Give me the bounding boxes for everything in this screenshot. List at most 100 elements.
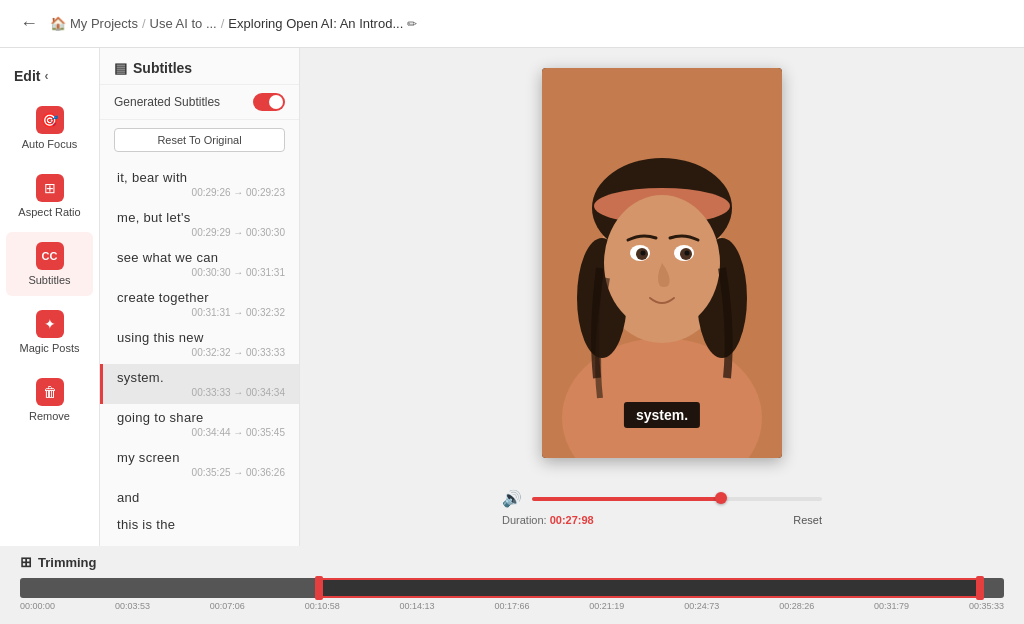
magic-posts-icon: ✦ <box>36 310 64 338</box>
subtitle-item[interactable]: system. 00:33:33 → 00:34:34 <box>100 364 299 404</box>
timeline-label: 00:10:58 <box>305 601 340 611</box>
video-frame: system. <box>542 68 782 458</box>
trimming-icon: ⊞ <box>20 554 32 570</box>
edit-header: Edit ‹ <box>0 60 99 92</box>
generated-subtitles-label: Generated Subtitles <box>114 95 220 109</box>
duration-value: 00:27:98 <box>550 514 594 526</box>
timeline-label: 00:14:13 <box>400 601 435 611</box>
volume-row: 🔊 <box>502 489 822 508</box>
timeline-label: 00:35:33 <box>969 601 1004 611</box>
volume-reset-button[interactable]: Reset <box>793 514 822 526</box>
duration-label: Duration: <box>502 514 547 526</box>
aspect-ratio-icon: ⊞ <box>36 174 64 202</box>
video-container: system. <box>320 68 1004 477</box>
top-bar: ← 🏠 My Projects / Use AI to ... / Explor… <box>0 0 1024 48</box>
video-controls: 🔊 Duration: 00:27:98 Reset <box>320 489 1004 526</box>
subtitle-item[interactable]: going to share 00:34:44 → 00:35:45 <box>100 404 299 444</box>
breadcrumb: 🏠 My Projects / Use AI to ... / Explorin… <box>50 16 1008 31</box>
timeline-label: 00:17:66 <box>494 601 529 611</box>
subtitle-text: and <box>117 490 285 505</box>
breadcrumb-sep1: / <box>142 16 146 31</box>
subtitle-text: it, bear with <box>117 170 285 185</box>
subtitle-item[interactable]: and <box>100 484 299 511</box>
tool-magic-posts[interactable]: ✦ Magic Posts <box>6 300 93 364</box>
generated-subtitles-toggle[interactable] <box>253 93 285 111</box>
timeline-label: 00:28:26 <box>779 601 814 611</box>
subtitle-time: 00:30:30 → 00:31:31 <box>117 267 285 278</box>
timeline-label: 00:00:00 <box>20 601 55 611</box>
subtitle-item[interactable]: using this new 00:32:32 → 00:33:33 <box>100 324 299 364</box>
back-button[interactable]: ← <box>16 9 42 38</box>
subtitles-list: it, bear with 00:29:26 → 00:29:23 me, bu… <box>100 160 299 546</box>
subtitle-item[interactable]: me, but let's 00:29:29 → 00:30:30 <box>100 204 299 244</box>
tool-remove-label: Remove <box>29 410 70 422</box>
trimming-section: ⊞ Trimming 00:00:00 00:03:53 00:07:06 00:10… <box>0 546 1024 624</box>
subtitles-panel: ▤ Subtitles Generated Subtitles Reset To… <box>100 48 300 546</box>
subtitle-text: me, but let's <box>117 210 285 225</box>
subtitle-text: system. <box>117 370 285 385</box>
svg-point-14 <box>685 251 690 256</box>
timeline-handle-right[interactable] <box>976 576 984 600</box>
subtitle-item[interactable]: create together 00:31:31 → 00:32:32 <box>100 284 299 324</box>
trimming-title: Trimming <box>38 555 97 570</box>
remove-icon: 🗑 <box>36 378 64 406</box>
timeline-label: 00:24:73 <box>684 601 719 611</box>
volume-slider[interactable] <box>532 497 822 501</box>
subtitle-time: 00:32:32 → 00:33:33 <box>117 347 285 358</box>
timeline-label: 00:21:19 <box>589 601 624 611</box>
subtitles-panel-title: Subtitles <box>133 60 192 76</box>
tool-aspect-ratio-label: Aspect Ratio <box>18 206 80 218</box>
video-person-svg <box>542 68 782 458</box>
timeline-label: 00:07:06 <box>210 601 245 611</box>
subtitles-panel-header: ▤ Subtitles <box>100 48 299 85</box>
timeline-labels: 00:00:00 00:03:53 00:07:06 00:10:58 00:14:13… <box>20 601 1004 611</box>
volume-fill <box>532 497 721 501</box>
timeline-label: 00:31:79 <box>874 601 909 611</box>
subtitle-text: going to share <box>117 410 285 425</box>
tool-remove[interactable]: 🗑 Remove <box>6 368 93 432</box>
breadcrumb-ai[interactable]: Use AI to ... <box>150 16 217 31</box>
subtitle-time: 00:35:25 → 00:36:26 <box>117 467 285 478</box>
timeline-track[interactable] <box>20 578 1004 598</box>
main-content: Edit ‹ 🎯 Auto Focus ⊞ Aspect Ratio CC Su… <box>0 48 1024 546</box>
volume-thumb <box>715 492 727 504</box>
reset-original-button[interactable]: Reset To Original <box>114 128 285 152</box>
subtitle-time: 00:29:26 → 00:29:23 <box>117 187 285 198</box>
subtitle-text: my screen <box>117 450 285 465</box>
tool-auto-focus[interactable]: 🎯 Auto Focus <box>6 96 93 160</box>
volume-icon[interactable]: 🔊 <box>502 489 522 508</box>
breadcrumb-edit-icon[interactable]: ✏ <box>407 17 417 31</box>
duration-row: Duration: 00:27:98 Reset <box>502 514 822 526</box>
breadcrumb-current: Exploring Open AI: An Introd... <box>228 16 403 31</box>
subtitle-text: create together <box>117 290 285 305</box>
subtitle-time: 00:33:33 → 00:34:34 <box>117 387 285 398</box>
subtitle-item[interactable]: it, bear with 00:29:26 → 00:29:23 <box>100 164 299 204</box>
timeline-label: 00:03:53 <box>115 601 150 611</box>
subtitle-item[interactable]: see what we can 00:30:30 → 00:31:31 <box>100 244 299 284</box>
breadcrumb-sep2: / <box>221 16 225 31</box>
generated-subtitles-row: Generated Subtitles <box>100 85 299 120</box>
timeline-handle-left[interactable] <box>315 576 323 600</box>
subtitle-time: 00:31:31 → 00:32:32 <box>117 307 285 318</box>
subtitle-text: see what we can <box>117 250 285 265</box>
subtitle-item[interactable]: this is the <box>100 511 299 538</box>
subtitle-time: 00:29:29 → 00:30:30 <box>117 227 285 238</box>
subtitle-text: this is the <box>117 517 285 532</box>
subtitle-text: using this new <box>117 330 285 345</box>
timeline-container: 00:00:00 00:03:53 00:07:06 00:10:58 00:14:13… <box>20 578 1004 614</box>
subtitles-icon: CC <box>36 242 64 270</box>
edit-back-arrow[interactable]: ‹ <box>44 69 48 83</box>
svg-point-13 <box>641 251 646 256</box>
trimming-header: ⊞ Trimming <box>20 554 1004 570</box>
subtitle-item[interactable]: my screen 00:35:25 → 00:36:26 <box>100 444 299 484</box>
duration-info: Duration: 00:27:98 <box>502 514 594 526</box>
home-icon[interactable]: 🏠 <box>50 16 66 31</box>
tools-sidebar: Edit ‹ 🎯 Auto Focus ⊞ Aspect Ratio CC Su… <box>0 48 100 546</box>
subtitles-panel-icon: ▤ <box>114 60 127 76</box>
timeline-active-region <box>315 578 984 598</box>
tool-subtitles[interactable]: CC Subtitles <box>6 232 93 296</box>
tool-aspect-ratio[interactable]: ⊞ Aspect Ratio <box>6 164 93 228</box>
video-area: system. 🔊 Duration: 00:27:98 Reset <box>300 48 1024 546</box>
breadcrumb-projects[interactable]: My Projects <box>70 16 138 31</box>
edit-label: Edit <box>14 68 40 84</box>
